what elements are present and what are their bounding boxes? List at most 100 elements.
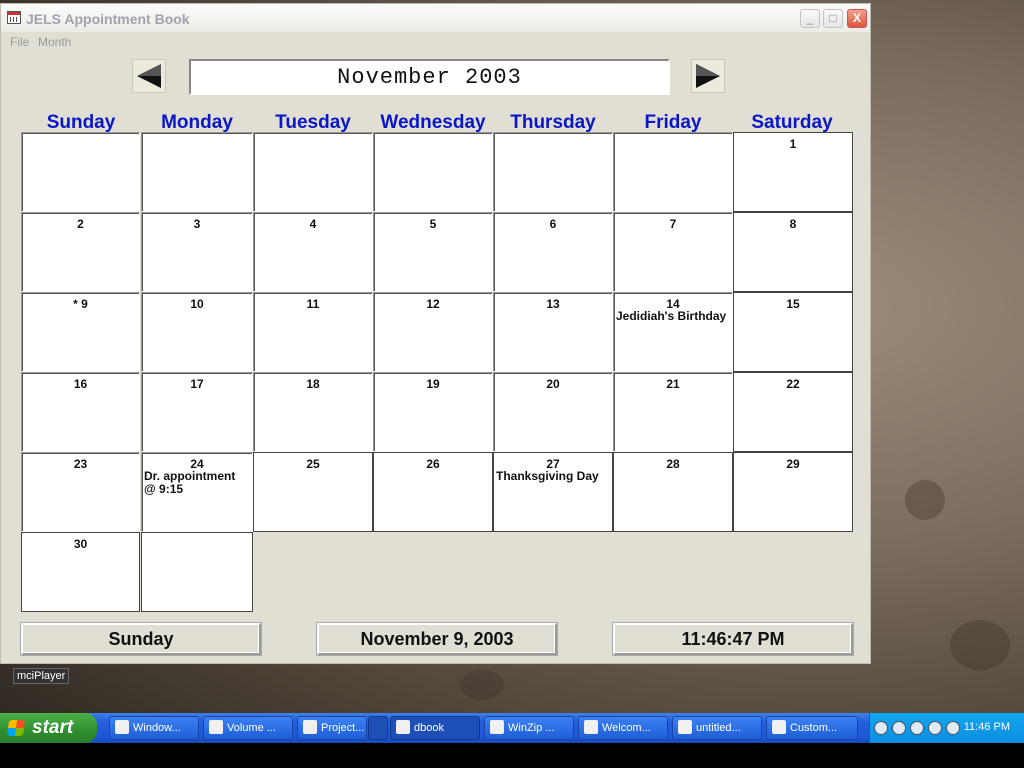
weekday-header-sunday: Sunday xyxy=(46,112,116,133)
project-icon xyxy=(303,720,317,734)
weekday-header-monday: Monday xyxy=(161,112,233,133)
calendar-cell-day[interactable]: 11 xyxy=(253,292,373,372)
weekday-header-saturday: Saturday xyxy=(751,112,833,133)
day-number: 25 xyxy=(306,457,320,471)
day-number: 21 xyxy=(666,377,680,391)
calendar-cell-day[interactable]: 27 Thanksgiving Day xyxy=(493,452,613,532)
taskbar-item-label: dbook xyxy=(414,722,444,734)
calendar-cell-day[interactable]: 18 xyxy=(253,372,373,452)
calendar-cell-day[interactable]: * 9 xyxy=(21,292,140,372)
calendar-cell-empty[interactable] xyxy=(373,132,493,212)
calendar-cell-day[interactable]: 28 xyxy=(613,452,733,532)
taskbar-clock[interactable]: 11:46 PM xyxy=(964,721,1010,733)
menu-file[interactable]: File xyxy=(10,35,29,49)
calendar-cell-day[interactable]: 30 xyxy=(21,532,140,612)
previous-month-button[interactable] xyxy=(132,59,166,93)
weekday-header-wednesday: Wednesday xyxy=(380,112,486,133)
volume-icon[interactable] xyxy=(928,721,942,735)
document-icon xyxy=(584,720,598,734)
day-number: 2 xyxy=(77,217,84,231)
calendar-cell-day[interactable]: 21 xyxy=(613,372,733,452)
day-number: 4 xyxy=(309,217,317,231)
calendar-cell-day[interactable]: 29 xyxy=(733,452,853,532)
calendar-cell-day[interactable]: 2 xyxy=(21,212,140,292)
day-number: 11 xyxy=(306,297,320,311)
maximize-icon: □ xyxy=(829,11,837,25)
calendar-cell-day[interactable]: 10 xyxy=(141,292,253,372)
taskbar-item[interactable]: Project... xyxy=(297,716,367,740)
calendar-cell-day[interactable]: 6 xyxy=(493,212,613,292)
day-number: 8 xyxy=(789,217,797,231)
day-number: 5 xyxy=(429,217,437,231)
next-month-button[interactable] xyxy=(691,59,725,93)
calendar-cell-day[interactable]: 15 xyxy=(733,292,853,372)
calendar-cell-day[interactable]: 14 Jedidiah's Birthday xyxy=(613,292,733,372)
calendar-cell-empty[interactable] xyxy=(141,532,253,612)
day-number: 26 xyxy=(426,457,440,471)
close-button[interactable]: X xyxy=(847,9,867,28)
bluetooth-icon[interactable] xyxy=(946,721,960,735)
calendar-cell-empty[interactable] xyxy=(141,132,253,212)
day-number: 28 xyxy=(666,457,680,471)
calendar-cell-empty[interactable] xyxy=(613,132,733,212)
day-number: 29 xyxy=(786,457,800,471)
taskbar-item-label: Window... xyxy=(133,722,181,734)
day-number: 10 xyxy=(190,297,204,311)
calendar-cell-empty[interactable] xyxy=(21,132,140,212)
menu-month[interactable]: Month xyxy=(38,35,71,49)
taskbar-item[interactable]: Volume ... xyxy=(203,716,293,740)
appointment-book-window: JELS Appointment Book _ □ X File Month N… xyxy=(0,3,871,664)
calendar-cell-day[interactable]: 8 xyxy=(733,212,853,292)
calendar-cell-day[interactable]: 12 xyxy=(373,292,493,372)
folder-icon xyxy=(396,720,410,734)
calendar-cell-day[interactable]: 13 xyxy=(493,292,613,372)
calendar-cell-day[interactable]: 16 xyxy=(21,372,140,452)
arrow-left-icon xyxy=(137,64,161,88)
info-icon xyxy=(209,720,223,734)
calendar-cell-day[interactable]: 5 xyxy=(373,212,493,292)
taskbar-item[interactable]: Custom... xyxy=(766,716,858,740)
calendar-cell-day[interactable]: 3 xyxy=(141,212,253,292)
day-number: 15 xyxy=(786,297,800,311)
close-icon: X xyxy=(852,11,861,25)
day-number: 7 xyxy=(669,217,677,231)
calendar-cell-empty[interactable] xyxy=(253,132,373,212)
start-button[interactable]: start xyxy=(0,713,97,743)
calendar-cell-day[interactable]: 25 xyxy=(253,452,373,532)
calendar-cell-day[interactable]: 1 xyxy=(733,132,853,212)
calendar-cell-day[interactable]: 19 xyxy=(373,372,493,452)
day-number: 23 xyxy=(73,457,88,471)
calendar-cell-day[interactable]: 24 Dr. appointment @ 9:15 xyxy=(141,452,253,532)
taskbar-item[interactable] xyxy=(368,716,388,740)
calendar-cell-day[interactable]: 26 xyxy=(373,452,493,532)
taskbar-item[interactable]: WinZip ... xyxy=(484,716,574,740)
calendar-cell-day[interactable]: 23 xyxy=(21,452,140,532)
desktop-icon-label[interactable]: mciPlayer xyxy=(13,668,70,684)
title-bar[interactable]: JELS Appointment Book _ □ X xyxy=(1,4,870,32)
day-number: * 9 xyxy=(73,297,88,311)
calendar-cell-day[interactable]: 7 xyxy=(613,212,733,292)
maximize-button[interactable]: □ xyxy=(823,9,843,28)
selected-date-display: November 9, 2003 xyxy=(317,623,557,655)
calendar-cell-day[interactable]: 20 xyxy=(493,372,613,452)
weekday-header-thursday: Thursday xyxy=(510,112,596,133)
calendar-cell-empty[interactable] xyxy=(493,132,613,212)
taskbar-item-active[interactable]: dbook xyxy=(390,716,480,740)
network-icon[interactable] xyxy=(892,721,906,735)
day-number: 16 xyxy=(73,377,88,391)
taskbar: start Window... Volume ... Project... db… xyxy=(0,713,1024,743)
taskbar-item[interactable]: untitled... xyxy=(672,716,762,740)
menu-bar: File Month xyxy=(1,32,870,52)
weekday-header-tuesday: Tuesday xyxy=(275,112,351,133)
calendar-cell-day[interactable]: 4 xyxy=(253,212,373,292)
monitor-icon[interactable] xyxy=(910,721,924,735)
system-tray: 11:46 PM xyxy=(869,713,1024,743)
day-number: 13 xyxy=(546,297,560,311)
calendar-cell-day[interactable]: 22 xyxy=(733,372,853,452)
taskbar-item-label: untitled... xyxy=(696,722,741,734)
calendar-cell-day[interactable]: 17 xyxy=(141,372,253,452)
taskbar-item[interactable]: Welcom... xyxy=(578,716,668,740)
minimize-button[interactable]: _ xyxy=(800,9,820,28)
taskbar-item[interactable]: Window... xyxy=(109,716,199,740)
tray-expand-icon[interactable] xyxy=(874,721,888,735)
